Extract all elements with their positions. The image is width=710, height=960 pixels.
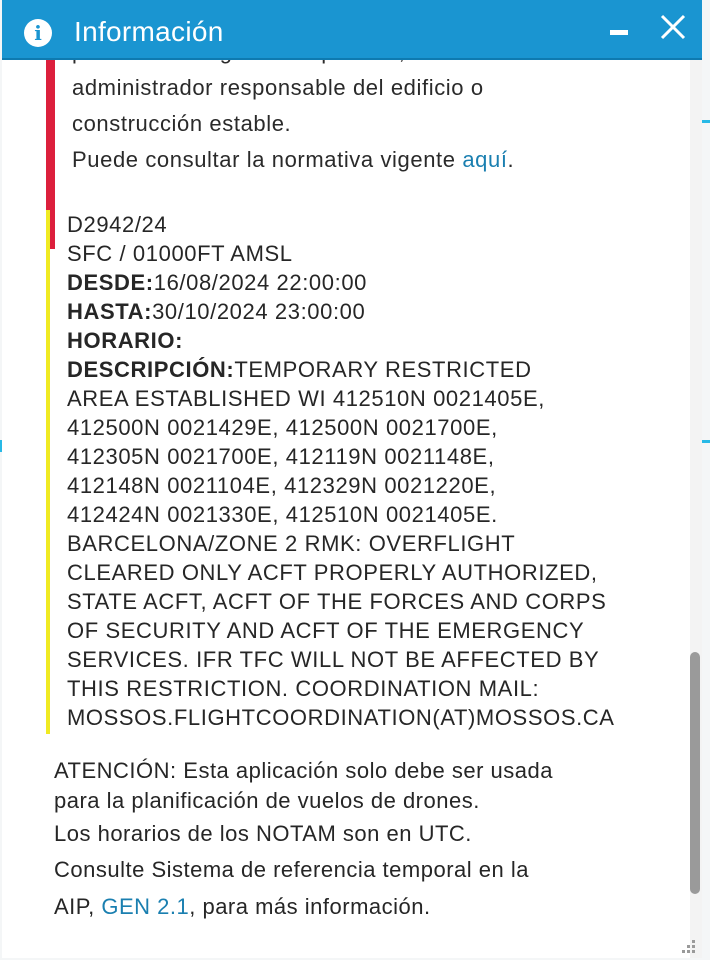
description-line: BARCELONA/ZONE 2 RMK: OVERFLIGHT bbox=[67, 531, 516, 556]
warning-line: permiso del órgano competente, el titula… bbox=[72, 60, 515, 70]
description-line: 412500N 0021429E, 412500N 0021700E, bbox=[67, 415, 498, 440]
hasta-label: HASTA: bbox=[67, 299, 153, 324]
description-line: STATE ACFT, ACFT OF THE FORCES AND CORPS bbox=[67, 589, 607, 614]
footer-aip: AIP, bbox=[54, 894, 102, 919]
hasta-value: 30/10/2024 23:00:00 bbox=[152, 299, 366, 324]
normativa-link[interactable]: aquí bbox=[462, 147, 507, 172]
description-line: 412305N 0021700E, 412119N 0021148E, bbox=[67, 444, 495, 469]
horario-label: HORARIO: bbox=[67, 328, 184, 353]
description-line: 412424N 0021330E, 412510N 0021405E. bbox=[67, 502, 498, 527]
dialog-titlebar[interactable]: i Información bbox=[2, 0, 702, 60]
warning-normativa-line: Puede consultar la normativa vigente aqu… bbox=[72, 142, 514, 178]
warning-line: construcción estable. bbox=[72, 111, 292, 136]
desde-label: DESDE: bbox=[67, 270, 154, 295]
close-button[interactable] bbox=[654, 8, 694, 48]
description-line: 412148N 0021104E, 412329N 0021220E, bbox=[67, 473, 497, 498]
footer-line: Consulte Sistema de referencia temporal … bbox=[54, 857, 529, 882]
footer-end: , para más información. bbox=[189, 894, 431, 919]
notam-hasta: HASTA:30/10/2024 23:00:00 bbox=[67, 297, 667, 326]
scrollbar-thumb[interactable] bbox=[690, 652, 700, 894]
description-line: OF SECURITY AND ACFT OF THE EMERGENCY bbox=[67, 618, 585, 643]
footer-line: Los horarios de los NOTAM son en UTC. bbox=[54, 821, 472, 846]
notam-accent-bar bbox=[46, 210, 50, 734]
footer-line: para la planificación de vuelos de drone… bbox=[54, 788, 480, 813]
minimize-button[interactable] bbox=[602, 14, 636, 48]
dialog-title: Información bbox=[74, 16, 224, 47]
info-dialog: i Información permiso del órgano compete… bbox=[2, 0, 702, 958]
gen-2-1-link[interactable]: GEN 2.1 bbox=[101, 894, 189, 919]
description-line: SERVICES. IFR TFC WILL NOT BE AFFECTED B… bbox=[67, 647, 600, 672]
descripcion-first: TEMPORARY RESTRICTED bbox=[234, 357, 532, 382]
warning-period: . bbox=[507, 147, 515, 172]
descripcion-label: DESCRIPCIÓN: bbox=[67, 357, 235, 382]
description-line: MOSSOS.FLIGHTCOORDINATION(AT)MOSSOS.CA bbox=[67, 705, 615, 730]
desde-value: 16/08/2024 22:00:00 bbox=[153, 270, 367, 295]
description-line: CLEARED ONLY ACFT PROPERLY AUTHORIZED, bbox=[67, 560, 598, 585]
close-icon bbox=[660, 14, 686, 40]
notam-desde: DESDE:16/08/2024 22:00:00 bbox=[67, 268, 667, 297]
notam-horario: HORARIO: bbox=[67, 326, 667, 355]
notam-id: D2942/24 bbox=[67, 212, 168, 237]
footer-gen-line: AIP, GEN 2.1, para más información. bbox=[54, 890, 431, 924]
info-icon: i bbox=[24, 19, 52, 47]
notam-text: D2942/24 SFC / 01000FT AMSL DESDE:16/08/… bbox=[67, 210, 667, 732]
notam-altitude: SFC / 01000FT AMSL bbox=[67, 241, 293, 266]
description-line: AREA ESTABLISHED WI 412510N 0021405E, bbox=[67, 386, 545, 411]
footer-line: ATENCIÓN: Esta aplicación solo debe ser … bbox=[54, 758, 553, 783]
description-line: THIS RESTRICTION. COORDINATION MAIL: bbox=[67, 676, 540, 701]
resize-grip-icon[interactable] bbox=[676, 936, 698, 956]
notam-block: D2942/24 SFC / 01000FT AMSL DESDE:16/08/… bbox=[46, 210, 666, 734]
dialog-content[interactable]: permiso del órgano competente, el titula… bbox=[2, 60, 690, 958]
notam-descripcion: DESCRIPCIÓN:TEMPORARY RESTRICTED bbox=[67, 355, 667, 384]
warning-text: Puede consultar la normativa vigente bbox=[72, 147, 463, 172]
warning-line: administrador responsable del edificio o bbox=[72, 75, 484, 100]
